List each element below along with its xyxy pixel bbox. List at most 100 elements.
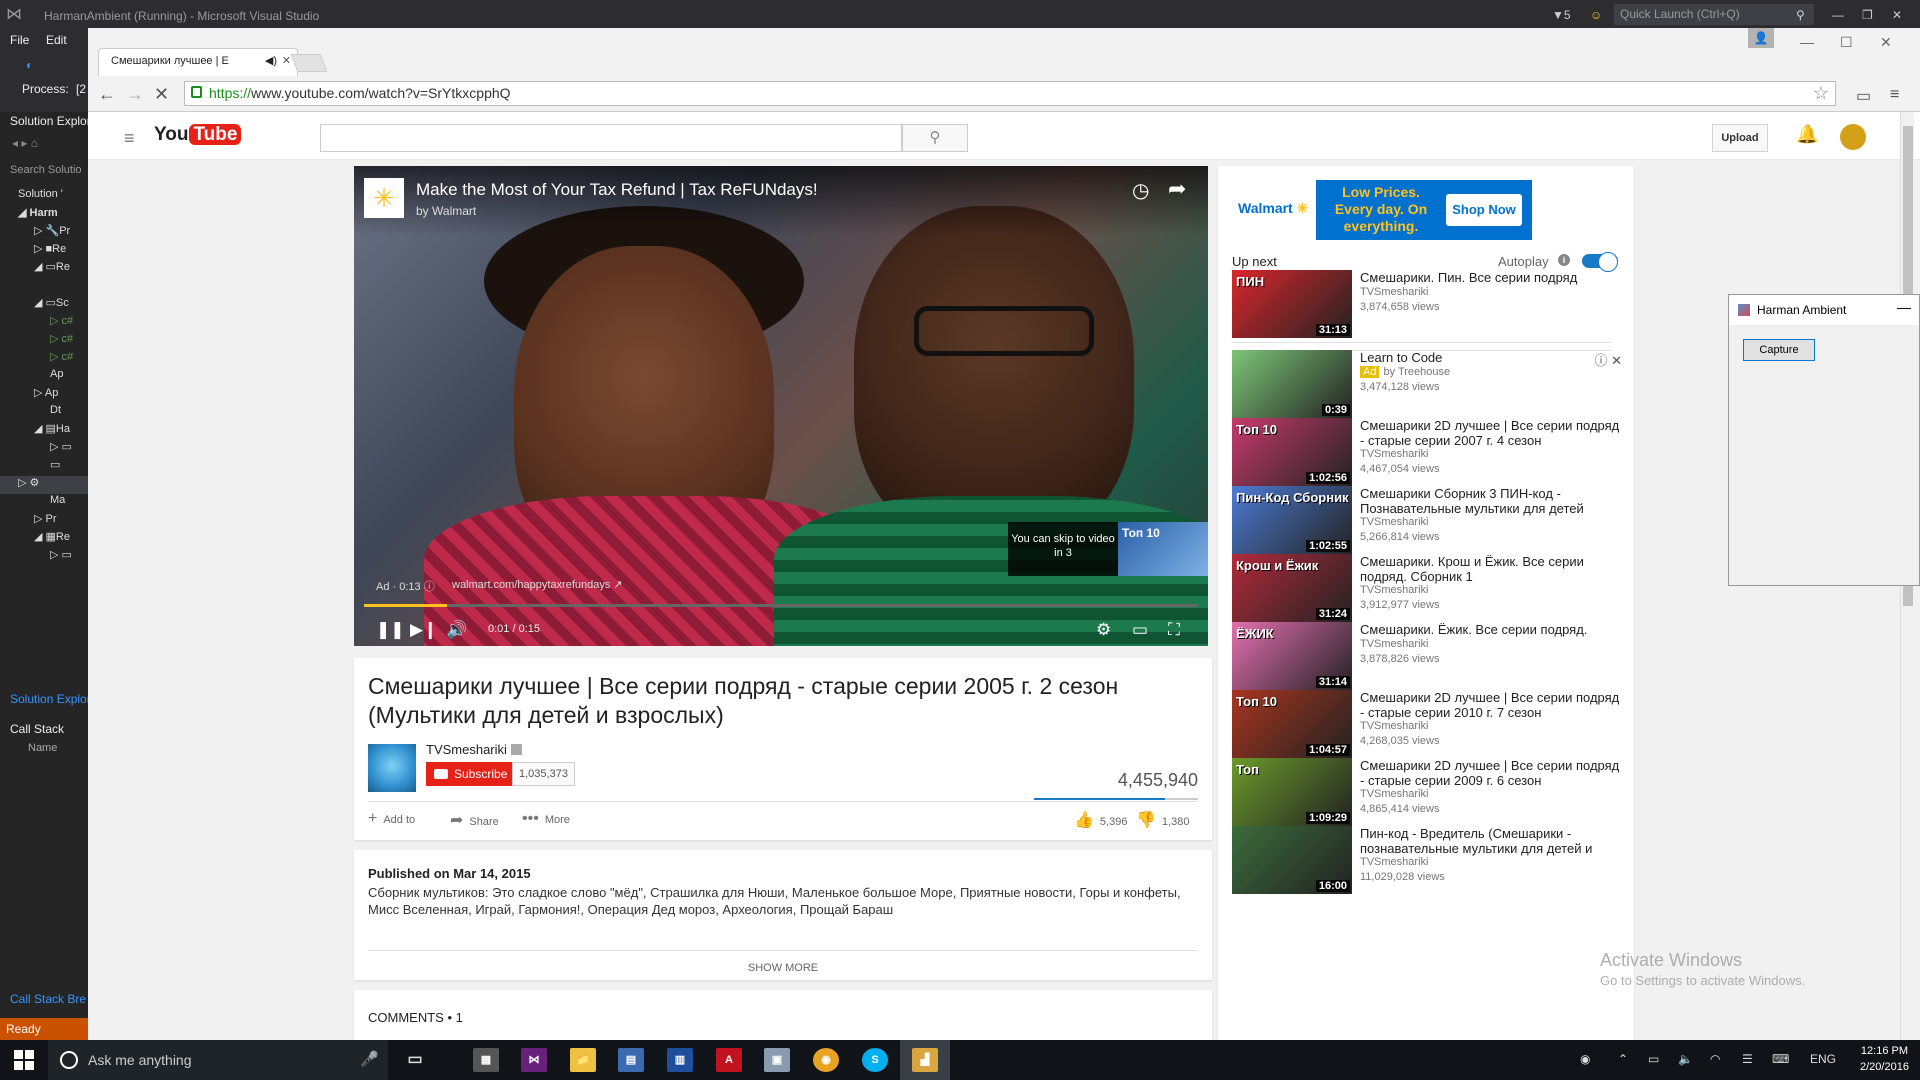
solution-explorer-tab[interactable]: Solution Explor xyxy=(10,692,88,706)
related-video-title[interactable]: Смешарики 2D лучшее | Все серии подряд -… xyxy=(1360,758,1622,788)
related-video-title[interactable]: Пин-код - Вредитель (Смешарики - познава… xyxy=(1360,826,1622,856)
walmart-spark-icon[interactable]: ✳ xyxy=(364,178,404,218)
app-icon[interactable]: ▤ xyxy=(618,1048,644,1072)
acrobat-icon[interactable]: A xyxy=(716,1048,742,1072)
minimize-button[interactable]: — xyxy=(1832,6,1844,24)
tree-item[interactable]: ▷ Ap xyxy=(34,386,58,404)
calculator-icon[interactable]: ▦ xyxy=(473,1048,499,1072)
tree-item[interactable]: ▷ ■Re xyxy=(34,242,66,260)
youtube-logo[interactable]: You Tube xyxy=(154,124,242,150)
tree-item[interactable]: ▷ c# xyxy=(50,350,73,368)
browser-close-button[interactable]: ✕ xyxy=(1880,34,1892,51)
shop-now-button[interactable]: Shop Now xyxy=(1446,194,1522,226)
yt-search-input[interactable] xyxy=(320,124,902,152)
more-button[interactable]: ••• More xyxy=(522,810,570,828)
notifications-bell-icon[interactable]: 🔔 xyxy=(1796,124,1818,145)
tree-item[interactable]: ▷ ▭ xyxy=(50,440,72,458)
ad-link[interactable]: walmart.com/happytaxrefundays ↗ xyxy=(452,578,623,591)
related-video-title[interactable]: Смешарики. Крош и Ёжик. Все серии подряд… xyxy=(1360,554,1622,584)
feedback-smiley-icon[interactable]: ☺ xyxy=(1590,6,1602,24)
account-avatar[interactable] xyxy=(1840,124,1866,150)
bottom-tabs[interactable]: Call Stack Bre xyxy=(10,992,86,1006)
profile-avatar-icon[interactable]: 👤 xyxy=(1748,28,1774,48)
tree-item-selected[interactable]: ▷ ⚙ xyxy=(0,476,88,494)
related-video-item[interactable]: ЁЖИК 31:14 Смешарики. Ёжик. Все серии подр… xyxy=(1232,622,1622,690)
upload-button[interactable]: Upload xyxy=(1712,124,1768,152)
ad-title[interactable]: Make the Most of Your Tax Refund | Tax R… xyxy=(416,180,818,200)
theater-mode-icon[interactable]: ▭ xyxy=(1132,620,1148,640)
add-to-button[interactable]: + Add to xyxy=(368,810,415,828)
action-center-icon[interactable]: ☰ xyxy=(1742,1052,1753,1066)
capture-button[interactable]: Capture xyxy=(1743,339,1815,361)
new-tab-button[interactable] xyxy=(290,54,328,72)
channel-name[interactable]: TVSmeshariki xyxy=(426,742,522,757)
tree-item[interactable]: ▷ Pr xyxy=(34,512,57,530)
related-video-title[interactable]: Смешарики. Пин. Все серии подряд xyxy=(1360,270,1622,285)
app-icon[interactable]: ▥ xyxy=(667,1048,693,1072)
forward-arrow-icon[interactable]: → xyxy=(126,84,144,105)
pause-icon[interactable]: ❚❚ xyxy=(376,620,405,640)
related-video-title[interactable]: Смешарики. Ёжик. Все серии подряд. xyxy=(1360,622,1622,637)
info-icon[interactable]: i xyxy=(1558,254,1570,266)
active-taskbar-item[interactable]: ▟ xyxy=(900,1040,950,1080)
walmart-banner-ad[interactable]: Walmart ✳ Low Prices. Every day. On ever… xyxy=(1232,180,1532,240)
menu-file[interactable]: File xyxy=(10,33,29,47)
quick-launch-input[interactable]: Quick Launch (Ctrl+Q) xyxy=(1614,4,1814,25)
tree-item[interactable]: ◢ Harm xyxy=(18,206,58,224)
video-thumbnail[interactable]: Топ 10 1:02:56 xyxy=(1232,418,1352,486)
related-video-title[interactable]: Смешарики 2D лучшее | Все серии подряд -… xyxy=(1360,690,1622,720)
tree-item[interactable]: ◢ ▤Ha xyxy=(34,422,70,440)
ad-info-close-icons[interactable]: ⓘ ✕ xyxy=(1594,350,1622,369)
video-thumbnail[interactable]: Топ 10 1:04:57 xyxy=(1232,690,1352,758)
settings-gear-icon[interactable]: ⚙ xyxy=(1096,620,1111,640)
close-button[interactable]: ✕ xyxy=(1892,6,1902,24)
volume-icon[interactable]: 🔈 xyxy=(1678,1052,1693,1066)
windows-start-icon[interactable] xyxy=(14,1050,34,1070)
tree-item[interactable]: ▷ ▭ xyxy=(50,548,72,566)
related-video-item[interactable]: Крош и Ёжик 31:24 Смешарики. Крош и Ёжик. … xyxy=(1232,554,1622,622)
like-button[interactable]: 👍 5,396 xyxy=(1074,810,1127,830)
autoplay-toggle[interactable] xyxy=(1582,252,1618,272)
related-video-item[interactable]: Топ 1:09:29 Смешарики 2D лучшее | Все сери… xyxy=(1232,758,1622,826)
watch-later-icon[interactable]: ◷ xyxy=(1132,178,1149,203)
tree-item[interactable]: Ap xyxy=(50,368,63,386)
microphone-icon[interactable]: 🎤 xyxy=(360,1050,379,1068)
related-video-item[interactable]: Топ 10 1:04:57 Смешарики 2D лучшее | Все с… xyxy=(1232,690,1622,758)
related-video-item[interactable]: 16:00 Пин-код - Вредитель (Смешарики - по… xyxy=(1232,826,1622,894)
stop-loading-icon[interactable]: ✕ xyxy=(154,84,169,105)
channel-avatar[interactable] xyxy=(368,744,416,792)
video-player[interactable]: ✳ Make the Most of Your Tax Refund | Tax… xyxy=(354,166,1208,646)
volume-icon[interactable]: 🔊 xyxy=(446,620,467,640)
browser-maximize-button[interactable]: ☐ xyxy=(1840,34,1853,51)
app-icon[interactable]: ▣ xyxy=(764,1048,790,1072)
taskbar-clock[interactable]: 12:16 PM 2/20/2016 xyxy=(1860,1043,1909,1075)
back-arrow-icon[interactable]: ← xyxy=(98,84,116,105)
tree-item[interactable]: ◢ ▭Sc xyxy=(34,296,69,314)
visual-studio-icon[interactable]: ⋈ xyxy=(521,1048,547,1072)
tab-close-icon[interactable]: ✕ xyxy=(282,54,291,67)
keyboard-icon[interactable]: ⌨ xyxy=(1772,1052,1789,1066)
tree-item[interactable]: Dt xyxy=(50,404,61,422)
yt-search-button[interactable]: ⚲ xyxy=(902,124,968,152)
video-thumbnail[interactable]: ПИН 31:13 xyxy=(1232,270,1352,338)
ad-time-info[interactable]: Ad · 0:13 ⓘ xyxy=(376,578,435,594)
filter-icon[interactable]: ▼5 xyxy=(1552,6,1571,24)
bookmark-star-icon[interactable]: ☆ xyxy=(1813,83,1829,104)
solution-toolbar-icons[interactable]: ◂ ▸ ⌂ xyxy=(12,136,38,150)
browser-minimize-button[interactable]: — xyxy=(1800,34,1814,50)
related-video-item[interactable]: Пин-Код Сборник 1:02:55 Смешарики Сборник … xyxy=(1232,486,1622,554)
share-button[interactable]: ➦ Share xyxy=(450,810,499,830)
address-bar[interactable]: https://www.youtube.com/watch?v=SrYtkxcp… xyxy=(184,81,1836,106)
video-thumbnail[interactable]: Крош и Ёжик 31:24 xyxy=(1232,554,1352,622)
minimize-button[interactable]: — xyxy=(1897,299,1911,315)
related-video-item[interactable]: Топ 10 1:02:56 Смешарики 2D лучшее | Все с… xyxy=(1232,418,1622,486)
show-more-button[interactable]: SHOW MORE xyxy=(354,962,1212,974)
skype-icon[interactable]: S xyxy=(862,1048,888,1072)
progress-bar[interactable] xyxy=(364,604,1198,607)
browser-tab[interactable]: Смешарики лучшее | Е ◀) ✕ xyxy=(98,48,298,76)
tree-item[interactable]: ◢ ▭Re xyxy=(34,260,70,278)
language-indicator[interactable]: ENG xyxy=(1810,1052,1836,1066)
tree-item[interactable]: ▭ xyxy=(50,458,60,476)
cortana-search-box[interactable]: Ask me anything 🎤 xyxy=(48,1040,388,1080)
process-dropdown[interactable]: [2 xyxy=(76,82,86,96)
